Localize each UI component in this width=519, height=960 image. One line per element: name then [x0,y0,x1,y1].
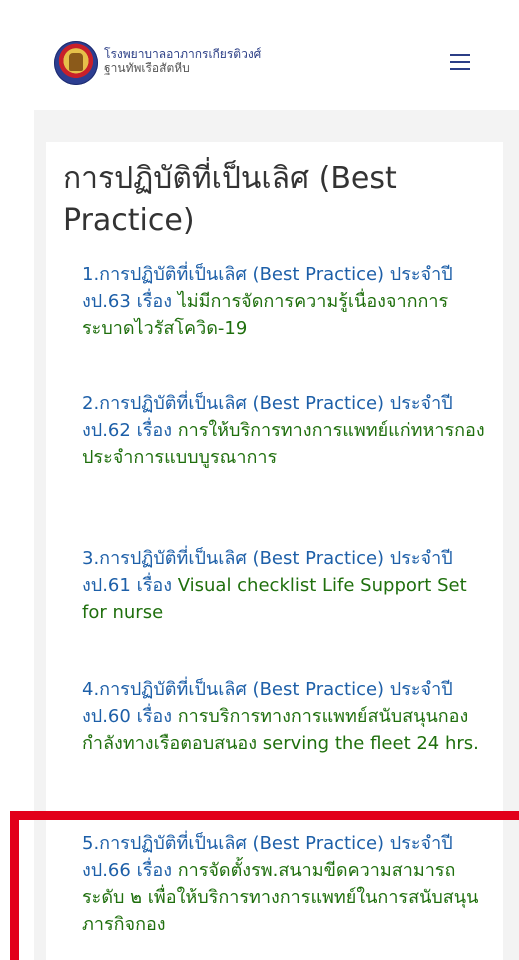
site-header: โรงพยาบาลอาภากรเกียรติวงศ์ ฐานทัพเรือสัต… [0,0,519,110]
list-item[interactable]: 5.การปฏิบัติที่เป็นเลิศ (Best Practice) … [82,830,487,938]
hospital-emblem-icon[interactable] [54,41,98,85]
page-title: การปฏิบัติที่เป็นเลิศ (Best Practice) [63,161,397,238]
list-item[interactable]: 1.การปฏิบัติที่เป็นเลิศ (Best Practice) … [82,261,487,342]
site-brand[interactable]: โรงพยาบาลอาภากรเกียรติวงศ์ ฐานทัพเรือสัต… [104,47,261,75]
list-item[interactable]: 3.การปฏิบัติที่เป็นเลิศ (Best Practice) … [82,545,487,626]
hamburger-menu-icon[interactable] [450,54,470,70]
list-item[interactable]: 2.การปฏิบัติที่เป็นเลิศ (Best Practice) … [82,390,487,471]
brand-name: โรงพยาบาลอาภากรเกียรติวงศ์ [104,47,262,61]
list-item[interactable]: 4.การปฏิบัติที่เป็นเลิศ (Best Practice) … [82,676,487,757]
brand-subtitle: ฐานทัพเรือสัตหีบ [104,61,190,75]
